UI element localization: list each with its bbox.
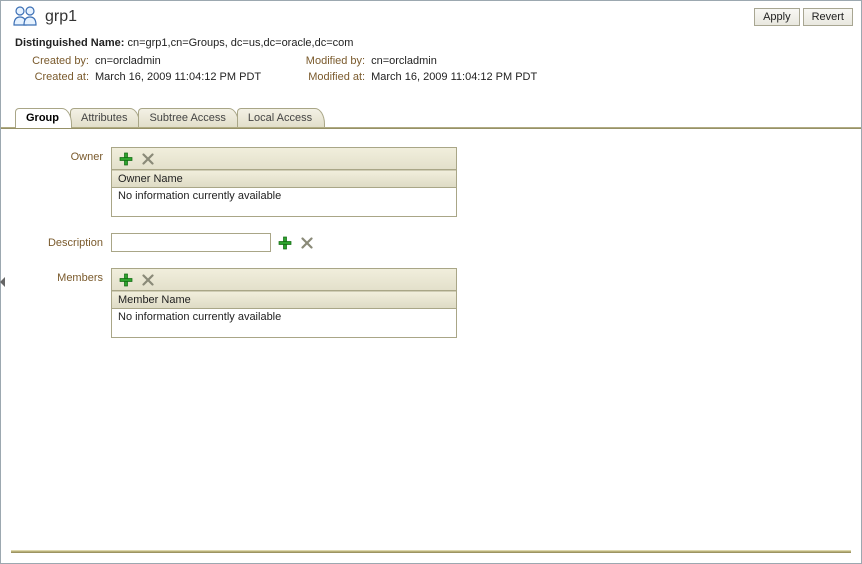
members-empty-message: No information currently available <box>112 309 456 337</box>
tab-attributes[interactable]: Attributes <box>70 108 140 127</box>
tab-bar: Group Attributes Subtree Access Local Ac… <box>1 105 861 127</box>
owner-column-header: Owner Name <box>112 170 456 188</box>
members-add-button[interactable] <box>118 272 134 288</box>
members-delete-button[interactable] <box>140 272 156 288</box>
revert-button[interactable]: Revert <box>803 8 853 26</box>
add-icon <box>119 273 133 287</box>
members-table: Member Name No information currently ava… <box>111 268 457 338</box>
footer-divider <box>11 550 851 553</box>
dn-label: Distinguished Name: <box>15 37 124 49</box>
owner-toolbar <box>112 148 456 170</box>
members-toolbar <box>112 269 456 291</box>
modified-by-label: Modified by: <box>301 55 371 67</box>
tab-group[interactable]: Group <box>15 108 72 128</box>
group-icon <box>11 5 39 29</box>
description-delete-button[interactable] <box>299 235 315 251</box>
members-label: Members <box>31 268 111 284</box>
owner-add-button[interactable] <box>118 151 134 167</box>
members-column-header: Member Name <box>112 291 456 309</box>
add-icon <box>278 236 292 250</box>
distinguished-name: Distinguished Name: cn=grp1,cn=Groups, d… <box>15 37 847 49</box>
splitter-collapse-handle[interactable] <box>0 268 6 296</box>
modified-by-value: cn=orcladmin <box>371 55 437 67</box>
created-by-label: Created by: <box>25 55 95 67</box>
delete-icon <box>142 153 154 165</box>
modified-at-value: March 16, 2009 11:04:12 PM PDT <box>371 71 537 83</box>
add-icon <box>119 152 133 166</box>
owner-table: Owner Name No information currently avai… <box>111 147 457 217</box>
tab-underline <box>1 127 861 129</box>
owner-empty-message: No information currently available <box>112 188 456 216</box>
owner-label: Owner <box>31 147 111 163</box>
created-by-value: cn=orcladmin <box>95 55 161 67</box>
modified-at-label: Modified at: <box>301 71 371 83</box>
tab-local-access[interactable]: Local Access <box>237 108 325 127</box>
description-label: Description <box>31 233 111 249</box>
apply-button[interactable]: Apply <box>754 8 800 26</box>
description-add-button[interactable] <box>277 235 293 251</box>
chevron-left-icon <box>0 277 6 287</box>
delete-icon <box>301 237 313 249</box>
tab-subtree-access[interactable]: Subtree Access <box>138 108 238 127</box>
delete-icon <box>142 274 154 286</box>
description-input[interactable] <box>111 233 271 252</box>
page-title: grp1 <box>45 8 77 26</box>
dn-value: cn=grp1,cn=Groups, dc=us,dc=oracle,dc=co… <box>127 37 353 49</box>
created-at-value: March 16, 2009 11:04:12 PM PDT <box>95 71 261 83</box>
created-at-label: Created at: <box>25 71 95 83</box>
owner-delete-button[interactable] <box>140 151 156 167</box>
